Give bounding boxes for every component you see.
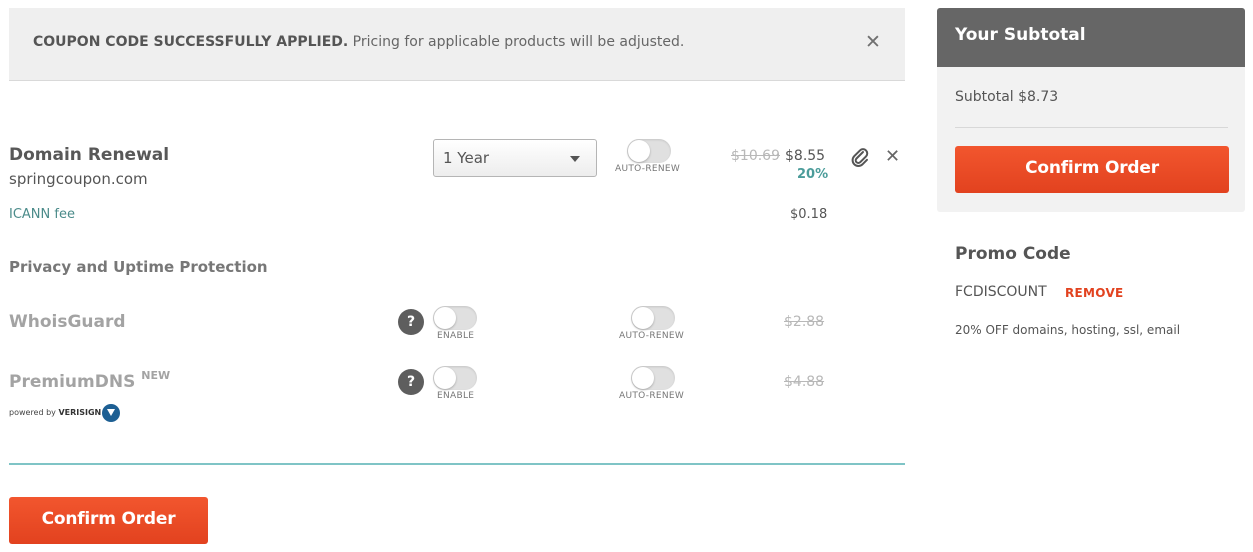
domain-auto-renew-toggle[interactable] (627, 139, 671, 163)
close-icon[interactable]: ✕ (865, 32, 881, 52)
whoisguard-enable-label: ENABLE (437, 331, 475, 341)
addon-premiumdns-title: PremiumDNS NEW (9, 369, 171, 392)
chevron-down-icon (570, 156, 580, 162)
coupon-message-detail: Pricing for applicable products will be … (348, 34, 685, 50)
promo-code-value: FCDISCOUNT (955, 284, 1047, 300)
promo-description: 20% OFF domains, hosting, ssl, email (955, 323, 1181, 337)
subtotal-divider (955, 127, 1228, 128)
help-icon[interactable]: ? (398, 369, 424, 395)
powered-by-text: powered by (9, 408, 56, 417)
domain-auto-renew-label: AUTO-RENEW (615, 164, 681, 174)
toggle-knob (628, 140, 650, 162)
powered-by-verisign: powered by VERISIGN (9, 408, 101, 417)
remove-item-icon[interactable]: ✕ (885, 148, 900, 166)
promo-remove-link[interactable]: REMOVE (1065, 286, 1124, 300)
addon-whoisguard-title: WhoisGuard (9, 312, 126, 332)
product-domain: springcoupon.com (9, 170, 148, 188)
promo-code-title: Promo Code (955, 244, 1071, 264)
privacy-section-title: Privacy and Uptime Protection (9, 258, 268, 276)
whoisguard-auto-renew-toggle[interactable] (631, 306, 675, 330)
confirm-order-button-sidebar[interactable]: Confirm Order (955, 146, 1229, 193)
coupon-message-bold: COUPON CODE SUCCESSFULLY APPLIED. (33, 34, 349, 50)
toggle-knob (632, 367, 654, 389)
premiumdns-enable-toggle[interactable] (433, 366, 477, 390)
premiumdns-auto-renew-label: AUTO-RENEW (619, 391, 685, 401)
verisign-logo-icon (102, 404, 120, 422)
paperclip-icon[interactable] (850, 147, 870, 169)
toggle-knob (434, 307, 456, 329)
premiumdns-price: $4.88 (784, 374, 825, 390)
confirm-order-button[interactable]: Confirm Order (9, 497, 208, 544)
coupon-message: COUPON CODE SUCCESSFULLY APPLIED. Pricin… (33, 34, 684, 50)
icann-fee-label: ICANN fee (9, 207, 75, 222)
subtotal-card: Your Subtotal Subtotal $8.73 Confirm Ord… (937, 8, 1245, 212)
coupon-banner: COUPON CODE SUCCESSFULLY APPLIED. Pricin… (9, 8, 905, 81)
toggle-knob (632, 307, 654, 329)
premiumdns-enable-label: ENABLE (437, 391, 475, 401)
toggle-knob (434, 367, 456, 389)
subtotal-card-header: Your Subtotal (937, 8, 1245, 67)
domain-new-price: $8.55 (785, 148, 826, 164)
verisign-brand: VERISIGN (58, 408, 102, 417)
whoisguard-enable-toggle[interactable] (433, 306, 477, 330)
premiumdns-auto-renew-toggle[interactable] (631, 366, 675, 390)
term-select-value: 1 Year (443, 149, 490, 167)
subtotal-value: Subtotal $8.73 (955, 89, 1059, 105)
icann-fee-price: $0.18 (790, 207, 828, 222)
new-badge: NEW (141, 369, 171, 382)
product-title: Domain Renewal (9, 145, 170, 165)
section-divider (9, 463, 905, 465)
domain-discount: 20% (797, 167, 829, 182)
term-select[interactable]: 1 Year (433, 139, 597, 177)
addon-premiumdns-name: PremiumDNS (9, 372, 136, 392)
domain-old-price: $10.69 (731, 148, 780, 164)
whoisguard-price: $2.88 (784, 314, 825, 330)
help-icon[interactable]: ? (398, 309, 424, 335)
whoisguard-auto-renew-label: AUTO-RENEW (619, 331, 685, 341)
